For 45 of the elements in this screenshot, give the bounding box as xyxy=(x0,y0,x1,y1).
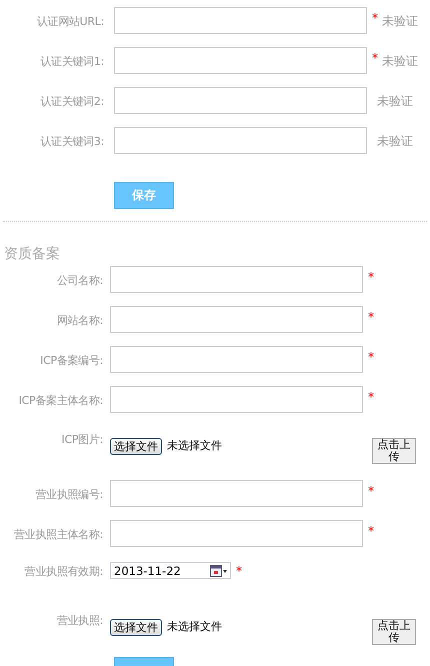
field-label: ICP备案主体名称: xyxy=(18,393,103,408)
status-text: 未验证 xyxy=(377,93,413,110)
required-mark: * xyxy=(368,524,374,538)
required-mark: * xyxy=(236,564,242,578)
field-label: 认证网站URL: xyxy=(36,14,104,29)
upload-button[interactable]: 点击上传 xyxy=(372,438,416,464)
required-mark: * xyxy=(368,484,374,498)
calendar-icon[interactable] xyxy=(210,564,228,576)
field-label: 营业执照有效期: xyxy=(24,564,103,579)
date-field[interactable]: 2013-11-22 xyxy=(110,562,231,579)
upload-button[interactable]: 点击上传 xyxy=(372,619,416,645)
field-label: 营业执照主体名称: xyxy=(12,527,103,542)
status-text: 未验证 xyxy=(382,53,418,70)
field-label: ICP备案编号: xyxy=(39,353,103,368)
input-field[interactable] xyxy=(110,480,363,507)
field-label: ICP图片: xyxy=(60,432,103,447)
required-mark: * xyxy=(368,390,374,404)
input-field[interactable] xyxy=(114,87,367,114)
field-label: 网站名称: xyxy=(56,313,103,328)
input-field[interactable] xyxy=(110,386,363,413)
file-status: 未选择文件 xyxy=(167,619,223,634)
required-mark: * xyxy=(372,11,378,25)
required-mark: * xyxy=(372,51,378,65)
input-field[interactable] xyxy=(114,7,367,34)
input-field[interactable] xyxy=(110,346,363,373)
choose-file-button[interactable]: 选择文件 xyxy=(110,619,162,636)
input-field[interactable] xyxy=(114,47,367,74)
input-field[interactable] xyxy=(114,127,367,154)
choose-file-button[interactable]: 选择文件 xyxy=(110,438,162,455)
required-mark: * xyxy=(368,270,374,284)
field-label: 营业执照编号: xyxy=(34,487,103,502)
field-label: 认证关键词1: xyxy=(39,54,104,69)
status-text: 未验证 xyxy=(382,13,418,30)
field-label: 营业执照: xyxy=(56,613,103,628)
input-field[interactable] xyxy=(110,306,363,333)
status-text: 未验证 xyxy=(377,133,413,150)
input-field[interactable] xyxy=(110,266,363,293)
field-label: 公司名称: xyxy=(56,273,103,288)
required-mark: * xyxy=(368,350,374,364)
field-label: 认证关键词2: xyxy=(39,94,104,109)
field-label: 认证关键词3: xyxy=(39,134,104,149)
section-title: 资质备案 xyxy=(4,245,61,263)
required-mark: * xyxy=(368,310,374,324)
file-status: 未选择文件 xyxy=(167,438,223,453)
input-field[interactable] xyxy=(110,520,363,547)
